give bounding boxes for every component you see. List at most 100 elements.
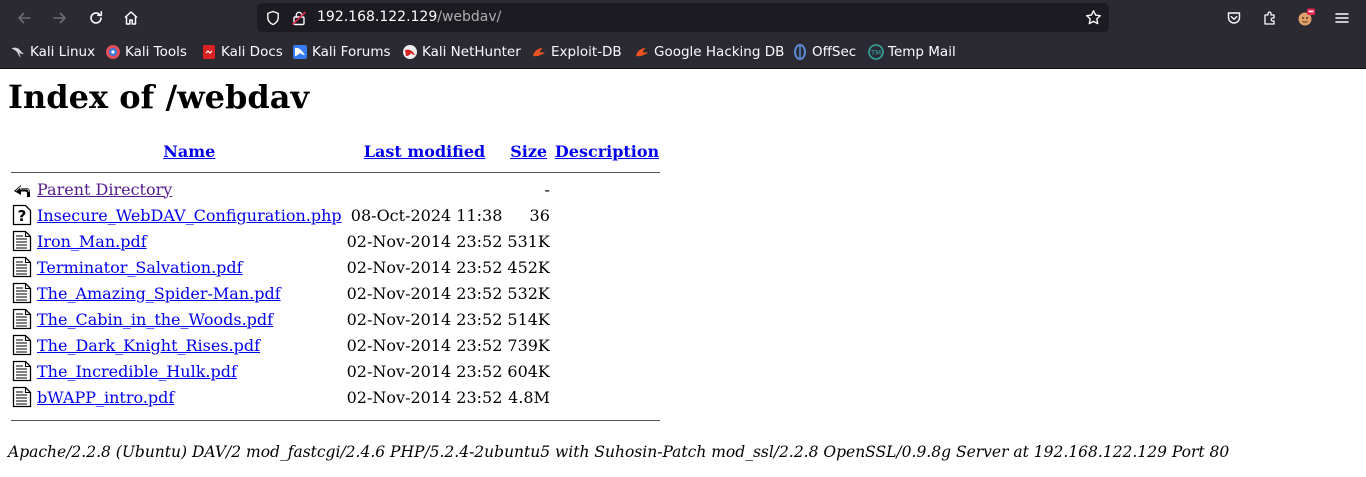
exploit-db-icon [533, 48, 545, 57]
icon-cell [11, 177, 33, 201]
parent-directory-link[interactable]: Parent Directory [37, 180, 172, 199]
bookmark-google-hacking-db[interactable]: Google Hacking DB [634, 36, 784, 68]
bookmark-label: Google Hacking DB [654, 44, 785, 60]
separator-row [11, 163, 661, 175]
description-cell [554, 385, 660, 409]
icon-column-header [11, 141, 33, 161]
text-file-icon [12, 334, 32, 356]
name-cell: Insecure_WebDAV_Configuration.php [36, 203, 343, 227]
bookmark-label: Temp Mail [888, 44, 956, 60]
description-cell [554, 177, 660, 201]
name-cell: The_Dark_Knight_Rises.pdf [36, 333, 343, 357]
kali-docs-icon [203, 45, 215, 59]
description-cell [554, 203, 660, 227]
extensions-button[interactable] [1258, 6, 1282, 30]
forward-button[interactable] [48, 6, 72, 30]
kali-dragon-icon [11, 47, 24, 58]
url-host: 192.168.122.129 [317, 9, 438, 25]
text-file-icon [12, 230, 32, 252]
modified-cell [346, 177, 504, 201]
file-link[interactable]: The_Incredible_Hulk.pdf [37, 362, 237, 381]
modified-cell: 02-Nov-2014 23:52 [346, 283, 503, 303]
size-cell: 532K [507, 283, 550, 303]
bookmarks-toolbar: Kali Linux Kali Tools Kali Docs Kali For… [0, 36, 1366, 69]
bookmark-offsec[interactable]: OffSec [792, 36, 856, 68]
size-column-header: Size [506, 141, 551, 161]
bookmark-temp-mail[interactable]: TM Temp Mail [868, 36, 956, 68]
menu-button[interactable] [1330, 6, 1354, 30]
temp-mail-icon: TM [868, 44, 884, 60]
svg-text:TM: TM [870, 49, 881, 57]
bookmark-exploit-db[interactable]: Exploit-DB [531, 36, 622, 68]
header-row: Name Last modified Size Description [11, 141, 660, 161]
file-link[interactable]: Insecure_WebDAV_Configuration.php [37, 206, 342, 225]
text-file-icon [12, 386, 32, 408]
reload-button[interactable] [84, 6, 108, 30]
forward-arrow-icon [53, 12, 66, 24]
file-link[interactable]: The_Dark_Knight_Rises.pdf [37, 336, 260, 355]
separator-row [11, 411, 661, 423]
sort-by-size-link[interactable]: Size [510, 142, 547, 161]
page-content: Index of /webdav Name Last modified Size… [0, 69, 1366, 477]
separator-line [11, 419, 661, 421]
bookmark-kali-forums[interactable]: Kali Forums [292, 36, 391, 68]
file-link[interactable]: The_Cabin_in_the_Woods.pdf [37, 310, 273, 329]
name-cell: The_Amazing_Spider-Man.pdf [36, 281, 343, 305]
sort-by-name-link[interactable]: Name [163, 142, 215, 161]
back-arrow-icon [14, 185, 30, 197]
icon-cell [11, 333, 33, 357]
bookmark-kali-linux[interactable]: Kali Linux [10, 36, 95, 68]
file-row: Terminator_Salvation.pdf 02-Nov-2014 23:… [11, 255, 660, 279]
description-cell [554, 359, 660, 383]
bookmark-kali-docs[interactable]: Kali Docs [201, 36, 283, 68]
size-cell: 531K [507, 231, 550, 251]
name-cell: The_Incredible_Hulk.pdf [36, 359, 343, 383]
file-link[interactable]: Iron_Man.pdf [37, 232, 147, 251]
home-button[interactable] [119, 6, 143, 30]
name-column-header: Name [36, 141, 343, 161]
icon-cell [11, 385, 33, 409]
description-cell [554, 229, 660, 253]
back-button[interactable] [12, 6, 36, 30]
nethunter-icon [403, 45, 417, 59]
modified-cell: 02-Nov-2014 23:52 [346, 335, 503, 355]
ghdb-icon [636, 48, 648, 57]
file-row: The_Cabin_in_the_Woods.pdf 02-Nov-2014 2… [11, 307, 660, 331]
sort-by-description-link[interactable]: Description [555, 142, 659, 161]
file-row: The_Incredible_Hulk.pdf 02-Nov-2014 23:5… [11, 359, 660, 383]
insecure-lock-icon[interactable] [291, 10, 307, 30]
modified-cell: 08-Oct-2024 11:38 [350, 205, 503, 225]
parent-directory-row: Parent Directory - [11, 177, 660, 201]
description-column-header: Description [554, 141, 660, 161]
file-row: The_Dark_Knight_Rises.pdf 02-Nov-2014 23… [11, 333, 660, 357]
sort-by-modified-link[interactable]: Last modified [364, 142, 485, 161]
bookmark-label: OffSec [812, 44, 857, 60]
offsec-icon [794, 44, 806, 60]
unknown-file-icon: ? [12, 204, 32, 226]
browser-toolbar: 192.168.122.129/webdav/ [0, 0, 1366, 36]
file-link[interactable]: bWAPP_intro.pdf [37, 388, 174, 407]
pocket-button[interactable] [1222, 6, 1246, 30]
description-cell [554, 307, 660, 331]
size-cell: 36 [529, 205, 550, 225]
bookmark-kali-nethunter[interactable]: Kali NetHunter [402, 36, 521, 68]
account-button[interactable] [1294, 6, 1318, 30]
svg-text:?: ? [18, 207, 27, 225]
tracking-protection-icon[interactable] [265, 10, 281, 30]
separator-line [11, 171, 661, 173]
file-link[interactable]: The_Amazing_Spider-Man.pdf [37, 284, 281, 303]
bookmark-star-icon[interactable] [1085, 9, 1102, 30]
home-icon [124, 11, 138, 25]
puzzle-icon [1264, 11, 1275, 25]
size-cell: 739K [507, 335, 550, 355]
server-signature: Apache/2.2.8 (Ubuntu) DAV/2 mod_fastcgi/… [8, 443, 1230, 461]
bookmark-label: Kali Linux [30, 44, 96, 60]
avatar-icon [1298, 8, 1315, 26]
address-bar[interactable]: 192.168.122.129/webdav/ [257, 3, 1109, 32]
hamburger-menu-icon [1335, 13, 1349, 23]
url-text[interactable]: 192.168.122.129/webdav/ [317, 9, 501, 26]
name-cell: Terminator_Salvation.pdf [36, 255, 343, 279]
bookmark-kali-tools[interactable]: Kali Tools [105, 36, 187, 68]
bookmark-label: Kali NetHunter [422, 44, 521, 60]
file-link[interactable]: Terminator_Salvation.pdf [37, 258, 243, 277]
